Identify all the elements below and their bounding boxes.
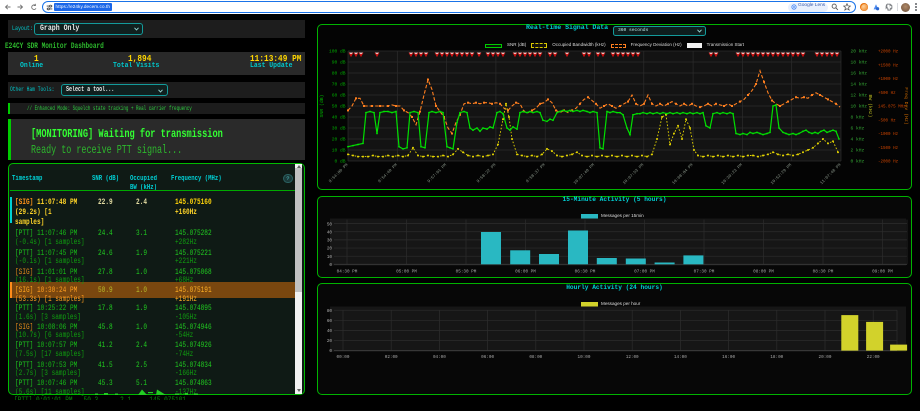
svg-text:02:00: 02:00: [385, 355, 398, 360]
svg-text:9:58:22 PM: 9:58:22 PM: [477, 163, 498, 184]
svg-text:05:00 PM: 05:00 PM: [396, 270, 417, 275]
svg-text:06:00: 06:00: [481, 355, 494, 360]
svg-text:0: 0: [329, 263, 332, 268]
svg-text:+1000 Hz: +1000 Hz: [878, 78, 899, 82]
svg-text:10 kHz: 10 kHz: [851, 104, 868, 110]
svg-text:14 kHz: 14 kHz: [851, 82, 868, 88]
svg-text:20: 20: [327, 247, 333, 252]
svg-text:40 dB: 40 dB: [332, 115, 346, 121]
svg-text:-2000 Hz: -2000 Hz: [878, 161, 899, 165]
svg-text:10:07:53 PM: 10:07:53 PM: [623, 163, 646, 186]
svg-text:04:00: 04:00: [433, 355, 446, 360]
svg-text:20: 20: [327, 339, 333, 344]
svg-text:0 dB: 0 dB: [334, 159, 345, 165]
svg-text:07:00 PM: 07:00 PM: [634, 270, 655, 275]
svg-text:40: 40: [327, 230, 333, 235]
svg-text:9:54:00 PM: 9:54:00 PM: [329, 163, 350, 184]
svg-text:8 kHz: 8 kHz: [851, 115, 865, 121]
svg-text:10 dB: 10 dB: [332, 148, 346, 154]
svg-text:0: 0: [329, 349, 332, 354]
svg-text:50 dB: 50 dB: [332, 104, 346, 110]
svg-text:+1500 Hz: +1500 Hz: [878, 64, 899, 68]
svg-text:-500 Hz: -500 Hz: [878, 119, 896, 123]
svg-text:90 dB: 90 dB: [332, 60, 346, 66]
svg-text:00:00: 00:00: [337, 355, 350, 360]
svg-text:10:00: 10:00: [578, 355, 591, 360]
svg-text:SNR (dB): SNR (dB): [319, 94, 325, 117]
svg-text:6 kHz: 6 kHz: [851, 126, 865, 132]
svg-text:09:00 PM: 09:00 PM: [872, 270, 893, 275]
svg-text:80 dB: 80 dB: [332, 71, 346, 77]
svg-text:10: 10: [327, 255, 333, 260]
svg-text:08:00: 08:00: [529, 355, 542, 360]
svg-text:16:00: 16:00: [722, 355, 735, 360]
svg-text:18:00: 18:00: [770, 355, 783, 360]
svg-text:9:54:40 PM: 9:54:40 PM: [378, 163, 399, 184]
svg-text:80: 80: [327, 309, 333, 314]
svg-text:Freq Dev (Hz): Freq Dev (Hz): [903, 87, 909, 125]
svg-text:100 dB: 100 dB: [329, 49, 346, 55]
svg-text:06:30 PM: 06:30 PM: [575, 270, 596, 275]
svg-text:60: 60: [327, 319, 333, 324]
svg-text:14:00: 14:00: [674, 355, 687, 360]
svg-text:20:00: 20:00: [819, 355, 832, 360]
svg-text:08:00 PM: 08:00 PM: [753, 270, 774, 275]
svg-text:70 dB: 70 dB: [332, 82, 346, 88]
svg-text:145.075 MHz: 145.075 MHz: [878, 106, 906, 110]
svg-text:-1000 Hz: -1000 Hz: [878, 133, 899, 137]
svg-text:10:30:23 PM: 10:30:23 PM: [721, 163, 744, 186]
svg-text:22:00: 22:00: [867, 355, 880, 360]
svg-text:20 dB: 20 dB: [332, 137, 346, 143]
svg-text:12 kHz: 12 kHz: [851, 93, 868, 99]
svg-text:50: 50: [327, 222, 333, 227]
svg-text:12:00: 12:00: [626, 355, 639, 360]
svg-text:16 kHz: 16 kHz: [851, 71, 868, 77]
svg-text:60 dB: 60 dB: [332, 93, 346, 99]
svg-text:30: 30: [327, 239, 333, 244]
svg-text:11:07:48 PM: 11:07:48 PM: [820, 163, 843, 186]
svg-text:10:07:40 PM: 10:07:40 PM: [574, 163, 597, 186]
svg-text:40: 40: [327, 329, 333, 334]
svg-text:20 kHz: 20 kHz: [851, 49, 868, 55]
svg-text:10:08:04 PM: 10:08:04 PM: [672, 163, 695, 186]
svg-text:30 dB: 30 dB: [332, 126, 346, 132]
svg-text:+2000 Hz: +2000 Hz: [878, 51, 899, 55]
svg-text:-1500 Hz: -1500 Hz: [878, 147, 899, 151]
svg-text:4 kHz: 4 kHz: [851, 137, 865, 143]
svg-text:08:30 PM: 08:30 PM: [813, 270, 834, 275]
svg-text:06:00 PM: 06:00 PM: [515, 270, 536, 275]
svg-text:BW (kHz): BW (kHz): [867, 94, 873, 117]
svg-text:18 kHz: 18 kHz: [851, 60, 868, 66]
svg-text:05:30 PM: 05:30 PM: [456, 270, 477, 275]
svg-text:07:30 PM: 07:30 PM: [694, 270, 715, 275]
svg-text:0 kHz: 0 kHz: [851, 159, 865, 165]
svg-text:9:58:37 PM: 9:58:37 PM: [526, 163, 547, 184]
svg-text:+500 Hz: +500 Hz: [878, 92, 896, 96]
svg-text:04:30 PM: 04:30 PM: [337, 270, 358, 275]
svg-text:2 kHz: 2 kHz: [851, 148, 865, 154]
svg-text:10:52:29 PM: 10:52:29 PM: [771, 163, 794, 186]
svg-text:9:57:01 PM: 9:57:01 PM: [427, 163, 448, 184]
